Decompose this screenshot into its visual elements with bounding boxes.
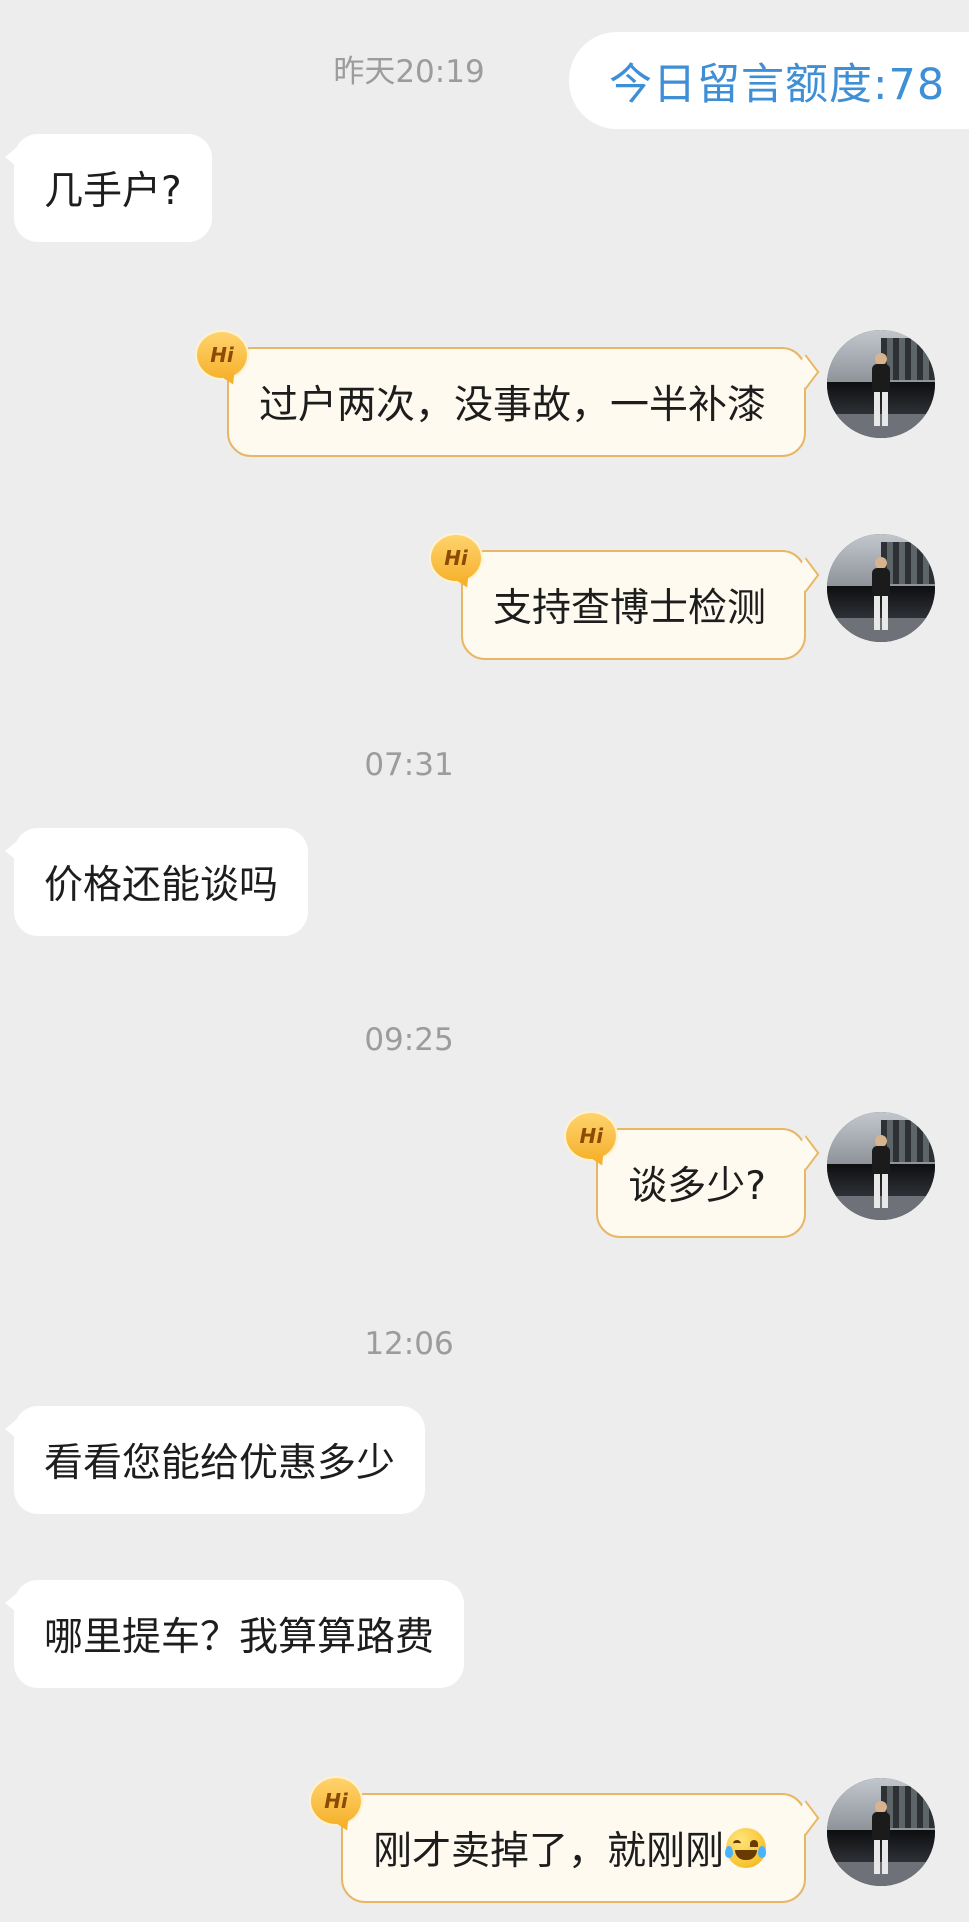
- avatar-person: [870, 557, 892, 631]
- bubble-tail: [5, 148, 16, 166]
- received-message-bubble[interactable]: 看看您能给优惠多少: [5, 1406, 426, 1514]
- avatar-legs: [874, 1840, 888, 1874]
- chat-timestamp: 07:31: [0, 747, 818, 783]
- avatar-legs: [874, 1174, 888, 1208]
- hi-badge-text: Hi: [210, 343, 234, 367]
- received-message-bubble[interactable]: 价格还能谈吗: [5, 828, 309, 936]
- hi-icon: Hi: [196, 332, 247, 378]
- sent-message-bubble[interactable]: Hi 支持查博士检测: [430, 535, 820, 660]
- timestamp-text: 昨天20:19: [333, 54, 485, 90]
- sent-message-bubble[interactable]: Hi 谈多少?: [566, 1113, 820, 1238]
- avatar-torso: [872, 364, 890, 392]
- avatar-person: [870, 353, 892, 427]
- bubble-tail: [792, 1800, 820, 1836]
- avatar-torso: [872, 1812, 890, 1840]
- hi-badge-text: Hi: [324, 1789, 348, 1813]
- message-text: 谈多少?: [628, 1164, 766, 1209]
- avatar-torso: [872, 1146, 890, 1174]
- message-text: 刚才卖掉了，就刚刚: [372, 1829, 724, 1874]
- avatar-person: [870, 1135, 892, 1209]
- message-text: 价格还能谈吗: [44, 863, 279, 908]
- received-message-bubble[interactable]: 几手户?: [5, 134, 212, 242]
- chat-timestamp: 12:06: [0, 1326, 818, 1362]
- message-text: 几手户?: [44, 169, 182, 214]
- hi-badge-text: Hi: [579, 1124, 604, 1148]
- chat-timestamp: 09:25: [0, 1022, 818, 1058]
- hi-icon: Hi: [310, 1778, 361, 1824]
- chat-timestamp: 昨天20:19: [0, 46, 818, 91]
- avatar[interactable]: [827, 1112, 935, 1220]
- message-text: 支持查博士检测: [492, 586, 766, 631]
- timestamp-text: 12:06: [364, 1326, 454, 1362]
- sent-message-bubble[interactable]: Hi 刚才卖掉了，就刚刚: [310, 1778, 820, 1903]
- avatar[interactable]: [827, 534, 935, 642]
- timestamp-text: 09:25: [364, 1022, 454, 1058]
- received-message-bubble[interactable]: 哪里提车？我算算路费: [5, 1580, 465, 1688]
- message-text: 看看您能给优惠多少: [44, 1441, 396, 1486]
- emoji-tears: [725, 1846, 733, 1858]
- hi-badge-text: Hi: [444, 546, 468, 570]
- avatar-person: [870, 1801, 892, 1875]
- message-text: 过户两次，没事故，一半补漆: [258, 383, 766, 428]
- bubble-tail: [792, 1135, 820, 1171]
- avatar-legs: [874, 392, 888, 426]
- bubble-tail: [792, 557, 820, 593]
- avatar[interactable]: [827, 1778, 935, 1886]
- avatar[interactable]: [827, 330, 935, 438]
- timestamp-text: 07:31: [364, 747, 454, 783]
- message-text: 哪里提车？我算算路费: [44, 1615, 435, 1660]
- bubble-tail: [792, 354, 820, 390]
- sent-message-bubble[interactable]: Hi 过户两次，没事故，一半补漆: [196, 332, 820, 457]
- bubble-tail: [5, 1420, 16, 1438]
- hi-icon: Hi: [566, 1113, 617, 1159]
- hi-icon: Hi: [430, 535, 481, 581]
- laughing-crying-emoji-icon: [725, 1828, 766, 1868]
- avatar-torso: [872, 568, 890, 596]
- avatar-legs: [874, 596, 888, 630]
- bubble-tail: [5, 1594, 16, 1612]
- bubble-tail: [5, 842, 16, 860]
